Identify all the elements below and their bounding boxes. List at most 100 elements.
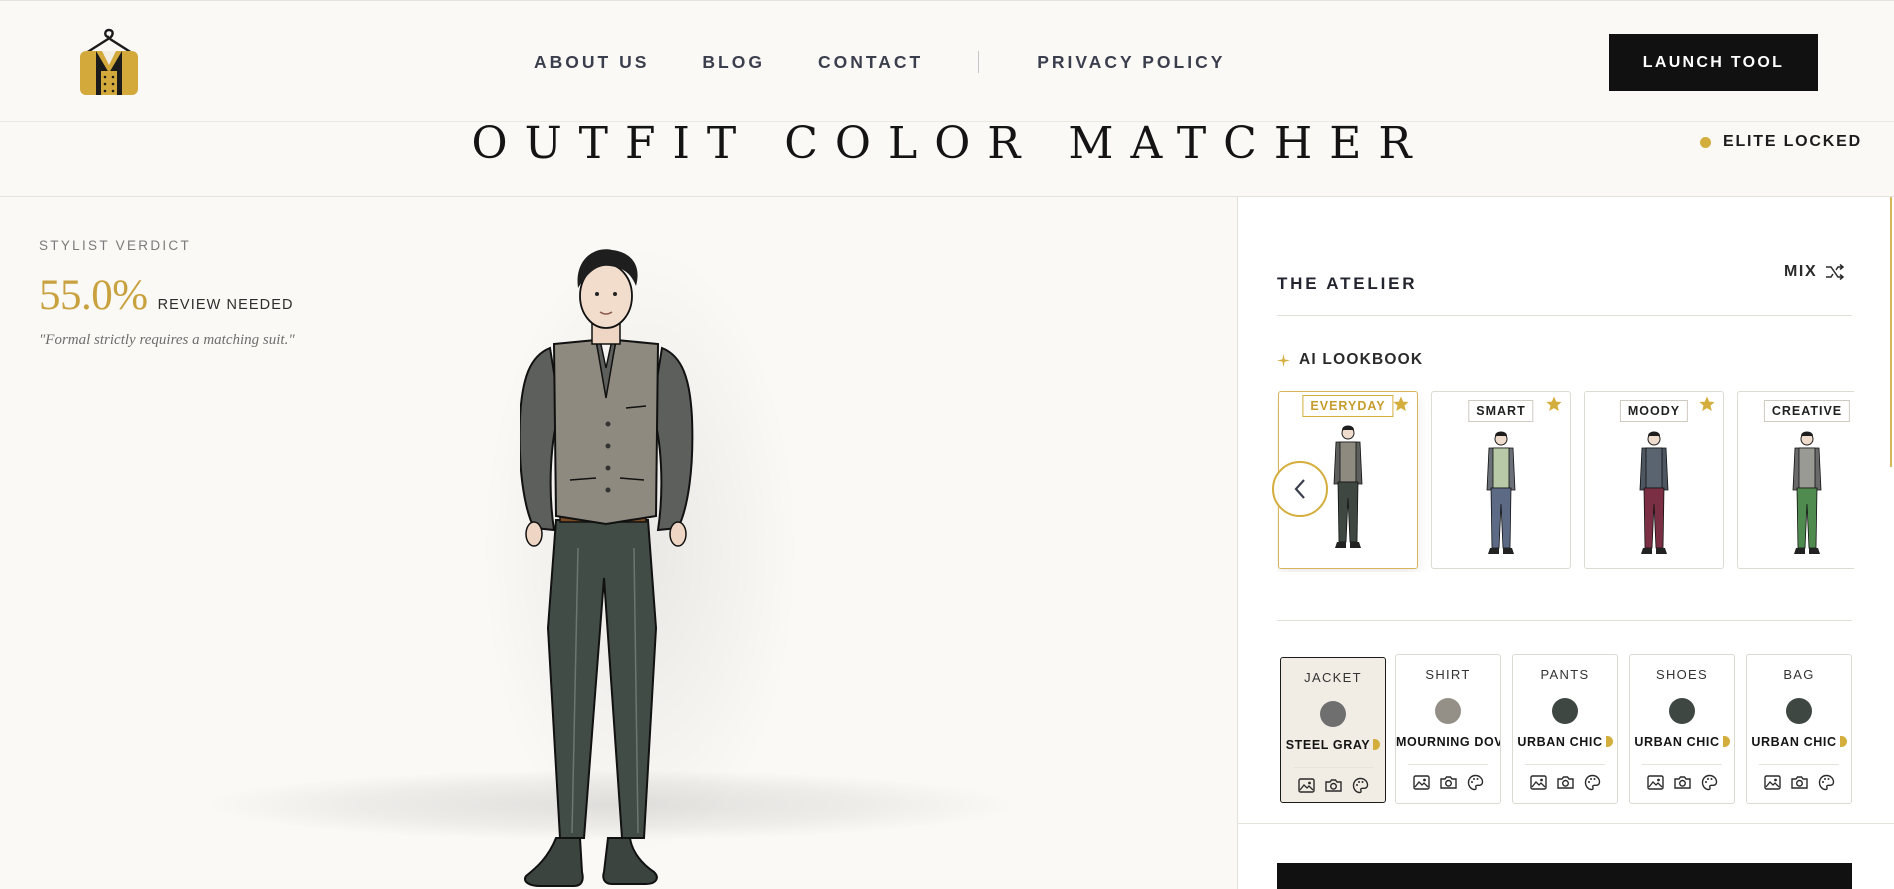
nav-link-contact[interactable]: CONTACT — [818, 52, 923, 73]
slot-shoes[interactable]: SHOES URBAN CHIC — [1629, 654, 1735, 804]
sparkle-icon — [1277, 353, 1290, 367]
panel-divider — [1237, 823, 1894, 824]
slot-color-name: URBAN CHIC — [1747, 735, 1851, 749]
star-icon[interactable] — [1546, 396, 1562, 412]
launch-tool-button[interactable]: LAUNCH TOOL — [1609, 34, 1818, 91]
slot-divider — [1759, 764, 1839, 765]
mix-label: MIX — [1784, 263, 1818, 280]
color-swatch[interactable] — [1552, 698, 1578, 724]
look-card-moody[interactable]: MOODY — [1584, 391, 1724, 569]
look-figure — [1639, 431, 1669, 554]
elite-locked-badge[interactable]: ELITE LOCKED — [1700, 133, 1862, 151]
hanger-suit-logo[interactable] — [78, 27, 140, 97]
slot-jacket[interactable]: JACKET STEEL GRAY — [1280, 657, 1386, 803]
look-tag: SMART — [1468, 400, 1534, 422]
slot-label: SHIRT — [1425, 667, 1471, 682]
image-icon[interactable] — [1763, 774, 1781, 791]
chevron-left-icon — [1294, 479, 1305, 499]
color-swatch[interactable] — [1786, 698, 1812, 724]
palette-icon[interactable] — [1701, 774, 1718, 791]
palette-icon[interactable] — [1818, 774, 1835, 791]
site-header: ABOUT US BLOG CONTACT PRIVACY POLICY LAU… — [0, 0, 1894, 122]
slot-label: SHOES — [1655, 667, 1708, 682]
mix-button[interactable]: MIX — [1784, 263, 1845, 281]
image-icon[interactable] — [1297, 777, 1315, 794]
look-figure — [1792, 431, 1822, 554]
color-name-text: URBAN CHIC — [1751, 735, 1837, 749]
camera-icon[interactable] — [1324, 777, 1342, 794]
panel-divider — [1277, 315, 1852, 316]
look-tag: CREATIVE — [1763, 400, 1851, 422]
panel-scroll-indicator[interactable] — [1890, 197, 1892, 467]
slot-color-name: MOURNING DOVE — [1396, 735, 1500, 749]
elite-coin-icon — [1373, 739, 1381, 750]
elite-coin-icon — [1605, 736, 1613, 747]
camera-icon[interactable] — [1439, 774, 1457, 791]
lookbook-heading: AI LOOKBOOK — [1277, 351, 1423, 369]
slot-label: BAG — [1783, 667, 1815, 682]
gold-dot-icon — [1700, 136, 1711, 148]
carousel-prev-button[interactable] — [1272, 461, 1328, 517]
palette-icon[interactable] — [1352, 777, 1369, 794]
verdict-score-row: 55.0% REVIEW NEEDED — [39, 271, 294, 320]
camera-icon[interactable] — [1556, 774, 1574, 791]
slot-color-name: URBAN CHIC — [1513, 735, 1617, 749]
elite-locked-label: ELITE LOCKED — [1723, 133, 1862, 150]
look-card-smart[interactable]: SMART — [1431, 391, 1571, 569]
color-swatch[interactable] — [1435, 698, 1461, 724]
color-name-text: URBAN CHIC — [1634, 735, 1720, 749]
slot-color-name: URBAN CHIC — [1630, 735, 1734, 749]
slot-divider — [1293, 767, 1373, 768]
slot-label: PANTS — [1540, 667, 1590, 682]
nav-link-blog[interactable]: BLOG — [702, 52, 765, 73]
slot-bag[interactable]: BAG URBAN CHIC — [1746, 654, 1852, 804]
verdict-quote: "Formal strictly requires a matching sui… — [39, 332, 295, 348]
color-swatch[interactable] — [1320, 701, 1346, 727]
image-icon[interactable] — [1529, 774, 1547, 791]
image-icon[interactable] — [1412, 774, 1430, 791]
verdict-status: REVIEW NEEDED — [157, 297, 294, 313]
panel-divider — [1277, 620, 1852, 621]
slot-divider — [1408, 764, 1488, 765]
lookbook-title: AI LOOKBOOK — [1299, 351, 1424, 368]
page-title: OUTFIT COLOR MATCHER — [471, 118, 1429, 169]
camera-icon[interactable] — [1673, 774, 1691, 791]
camera-icon[interactable] — [1790, 774, 1808, 791]
color-name-text: MOURNING DOVE — [1396, 735, 1501, 749]
slot-actions — [1747, 774, 1851, 791]
look-figure — [1333, 425, 1363, 548]
image-icon[interactable] — [1646, 774, 1664, 791]
star-icon[interactable] — [1393, 396, 1409, 412]
color-name-text: STEEL GRAY — [1285, 738, 1371, 752]
outfit-mannequin — [520, 249, 694, 887]
slot-label: JACKET — [1304, 670, 1362, 685]
shuffle-icon — [1826, 264, 1845, 280]
slot-actions — [1396, 774, 1500, 791]
look-figure — [1486, 431, 1516, 554]
slot-pants[interactable]: PANTS URBAN CHIC — [1512, 654, 1618, 804]
verdict-label: STYLIST VERDICT — [39, 238, 192, 253]
color-swatch[interactable] — [1669, 698, 1695, 724]
atelier-title: THE ATELIER — [1277, 274, 1418, 293]
slot-divider — [1525, 764, 1605, 765]
slot-actions — [1281, 777, 1385, 794]
slot-actions — [1513, 774, 1617, 791]
slot-divider — [1642, 764, 1722, 765]
look-tag: MOODY — [1619, 400, 1689, 422]
main-nav: ABOUT US BLOG CONTACT PRIVACY POLICY — [534, 50, 1225, 74]
lookbook-carousel: EVERYDAY SMART MOODY CREATIVE — [1277, 390, 1854, 572]
nav-link-privacy-policy[interactable]: PRIVACY POLICY — [1037, 52, 1225, 73]
elite-coin-icon — [1839, 736, 1847, 747]
palette-icon[interactable] — [1584, 774, 1601, 791]
elite-coin-icon — [1722, 736, 1730, 747]
slot-actions — [1630, 774, 1734, 791]
palette-icon[interactable] — [1467, 774, 1484, 791]
star-icon[interactable] — [1699, 396, 1715, 412]
color-name-text: URBAN CHIC — [1517, 735, 1603, 749]
look-tag: EVERYDAY — [1302, 395, 1394, 417]
look-card-creative[interactable]: CREATIVE — [1737, 391, 1854, 569]
primary-action-button[interactable] — [1277, 863, 1852, 889]
nav-divider — [978, 51, 980, 73]
slot-shirt[interactable]: SHIRT MOURNING DOVE — [1395, 654, 1501, 804]
nav-link-about-us[interactable]: ABOUT US — [534, 52, 649, 73]
